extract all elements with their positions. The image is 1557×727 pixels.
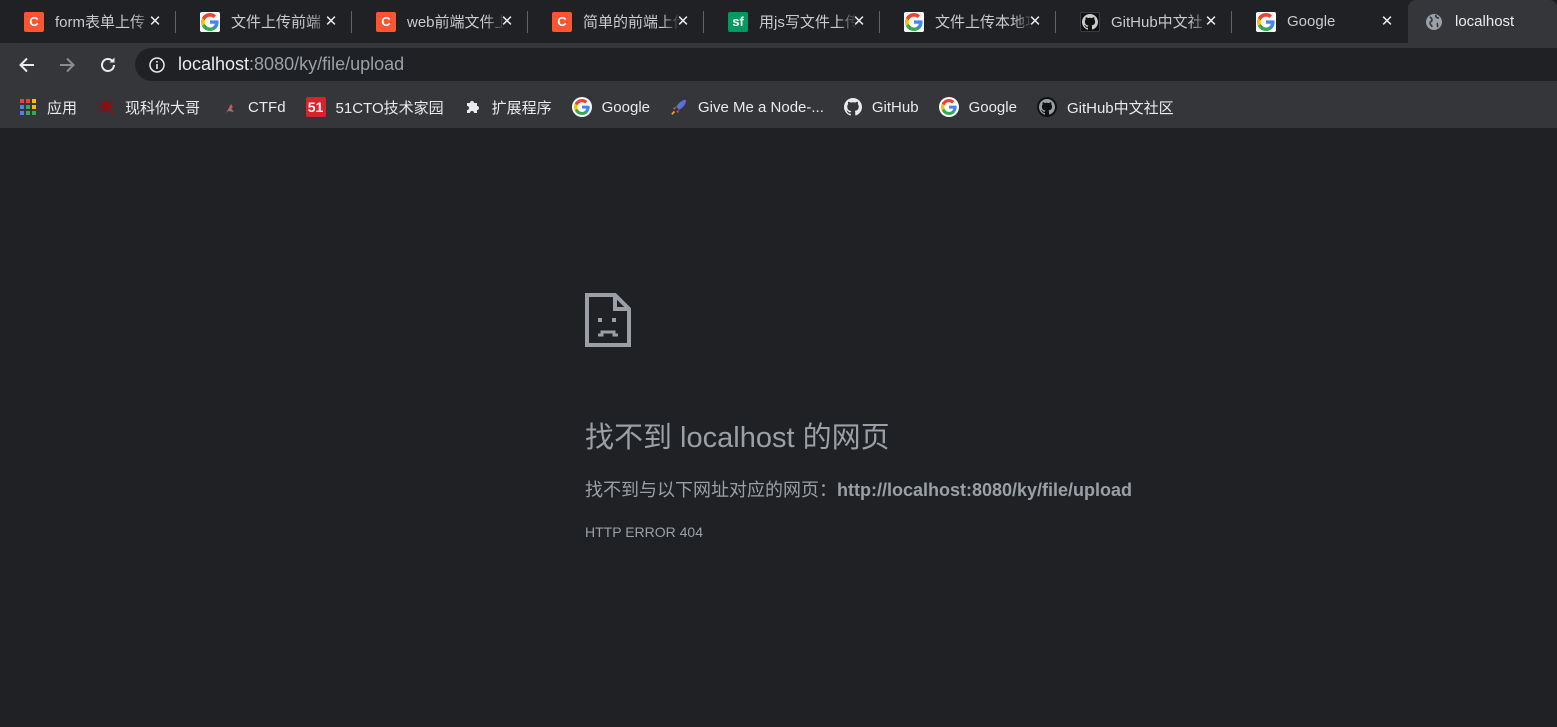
error-page: 找不到 localhost 的网页 找不到与以下网址对应的网页：http://l… xyxy=(585,293,1285,540)
close-icon[interactable]: ✕ xyxy=(1202,12,1220,30)
error-code: HTTP ERROR 404 xyxy=(585,524,703,540)
segmentfault-icon: sf xyxy=(728,11,748,32)
close-icon[interactable]: ✕ xyxy=(850,12,868,30)
bookmark-ctfd[interactable]: CTFd xyxy=(220,98,286,116)
bookmark-label: GitHub xyxy=(871,98,919,116)
bookmark-apps[interactable]: 应用 xyxy=(19,97,77,118)
tab-title: web前端文件上 xyxy=(407,14,505,31)
bookmark-google-2[interactable]: Google xyxy=(938,97,1017,117)
browser-toolbar: localhost:8080/ky/file/upload xyxy=(0,43,1557,86)
bookmark-google-1[interactable]: Google xyxy=(571,97,650,117)
google-icon xyxy=(1256,11,1276,32)
back-button[interactable] xyxy=(13,51,41,79)
tab-title: 用js写文件上传 xyxy=(759,14,857,31)
tab-title: localhost xyxy=(1455,13,1515,30)
tab-0[interactable]: C form表单上传 ✕ xyxy=(0,0,176,43)
forward-button[interactable] xyxy=(53,51,81,79)
address-url: localhost:8080/ky/file/upload xyxy=(178,54,404,75)
address-bar[interactable]: localhost:8080/ky/file/upload xyxy=(135,48,1557,81)
close-icon[interactable]: ✕ xyxy=(322,12,340,30)
tab-1[interactable]: 文件上传前端 ✕ xyxy=(176,0,352,43)
rocket-icon xyxy=(670,98,688,116)
info-icon[interactable] xyxy=(149,56,165,73)
error-desc-prefix: 找不到与以下网址对应的网页： xyxy=(585,480,837,500)
bookmark-xianke[interactable]: 现科你大哥 xyxy=(97,97,200,118)
tab-strip: C form表单上传 ✕ 文件上传前端 ✕ C web前端文件上 ✕ C 简单的… xyxy=(0,0,1557,43)
bookmark-node[interactable]: Give Me a Node-... xyxy=(670,98,824,116)
error-url: http://localhost:8080/ky/file/upload xyxy=(837,480,1133,500)
csdn-icon: C xyxy=(24,11,44,32)
close-icon[interactable]: ✕ xyxy=(146,12,164,30)
bookmark-label: 51CTO技术家园 xyxy=(335,99,444,117)
google-icon xyxy=(571,97,592,117)
google-icon xyxy=(200,11,220,32)
51cto-icon: 51 xyxy=(305,97,326,117)
tab-2[interactable]: C web前端文件上 ✕ xyxy=(352,0,528,43)
tab-title: form表单上传 xyxy=(55,14,146,31)
bookmark-label: Google xyxy=(601,98,650,116)
bookmark-label: Google xyxy=(968,98,1017,116)
error-description: 找不到与以下网址对应的网页：http://localhost:8080/ky/f… xyxy=(585,476,1285,502)
sad-page-icon xyxy=(585,293,631,347)
bookmarks-bar: 应用 现科你大哥 CTFd 51 51CTO技术家园 扩展程序 Google G… xyxy=(0,86,1557,128)
close-icon[interactable]: ✕ xyxy=(1378,12,1396,30)
github-icon xyxy=(843,98,862,116)
reload-button[interactable] xyxy=(94,51,122,79)
close-icon[interactable]: ✕ xyxy=(1026,12,1044,30)
tab-6[interactable]: GitHub中文社 ✕ xyxy=(1056,0,1232,43)
close-icon[interactable]: ✕ xyxy=(674,12,692,30)
close-icon[interactable]: ✕ xyxy=(498,12,516,30)
tab-4[interactable]: sf 用js写文件上传 ✕ xyxy=(704,0,880,43)
url-path: :8080/ky/file/upload xyxy=(249,54,405,74)
bookmark-label: 现科你大哥 xyxy=(125,99,201,117)
globe-icon xyxy=(1424,12,1444,32)
github-icon xyxy=(1036,97,1057,117)
tab-title: 文件上传前端 xyxy=(231,14,322,31)
google-icon xyxy=(938,97,959,117)
tab-3[interactable]: C 简单的前端上传 ✕ xyxy=(528,0,704,43)
tab-7[interactable]: Google ✕ xyxy=(1232,0,1408,43)
tab-title: 简单的前端上传 xyxy=(583,14,681,31)
google-icon xyxy=(904,11,924,32)
bookmark-extensions[interactable]: 扩展程序 xyxy=(464,97,552,118)
tab-8-active[interactable]: localhost xyxy=(1408,0,1557,43)
csdn-icon: C xyxy=(552,11,572,32)
error-title: 找不到 localhost 的网页 xyxy=(585,422,890,454)
ctfd-icon xyxy=(220,98,238,116)
tab-title: GitHub中文社 xyxy=(1111,14,1203,31)
csdn-icon: C xyxy=(376,11,396,32)
reload-icon xyxy=(101,57,115,72)
arrow-right-icon xyxy=(60,57,75,73)
bookmark-51cto[interactable]: 51 51CTO技术家园 xyxy=(305,97,444,118)
apps-grid-icon xyxy=(19,98,37,116)
bookmark-label: GitHub中文社区 xyxy=(1066,99,1174,117)
github-icon xyxy=(1080,11,1100,32)
spider-icon xyxy=(97,98,115,116)
bookmark-label: 扩展程序 xyxy=(491,99,552,117)
tab-title: Google xyxy=(1287,13,1336,30)
bookmark-label: 应用 xyxy=(47,99,78,117)
url-host: localhost xyxy=(178,54,250,74)
arrow-left-icon xyxy=(19,57,34,73)
bookmark-github-1[interactable]: GitHub xyxy=(843,98,919,116)
bookmark-github-cn[interactable]: GitHub中文社区 xyxy=(1036,97,1174,118)
bookmark-label: Give Me a Node-... xyxy=(698,98,824,116)
bookmark-label: CTFd xyxy=(248,98,286,116)
tab-5[interactable]: 文件上传本地功 ✕ xyxy=(880,0,1056,43)
tab-title: 文件上传本地功 xyxy=(935,14,1033,31)
puzzle-icon xyxy=(464,98,482,116)
